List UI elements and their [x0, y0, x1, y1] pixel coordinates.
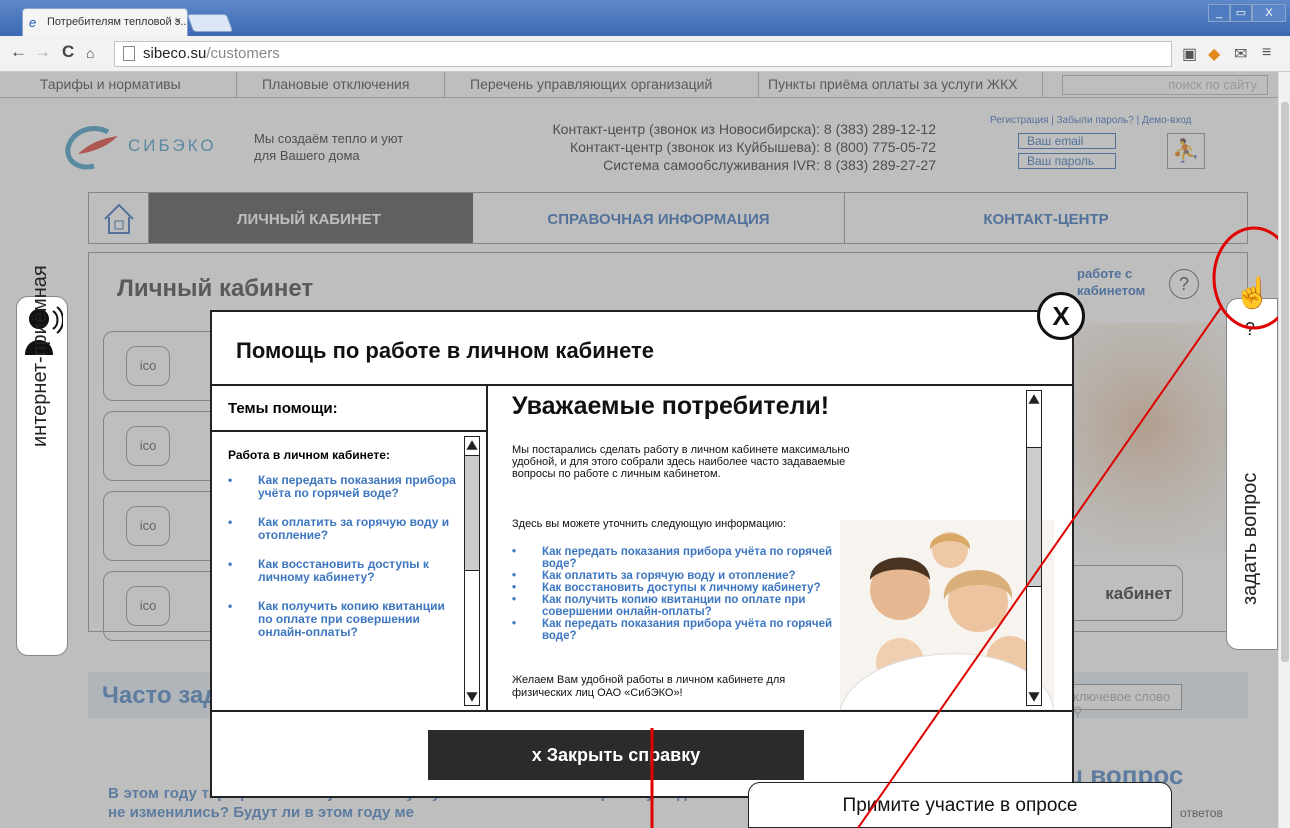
topic-list: Как передать показания прибора учёта по …: [228, 474, 458, 655]
scroll-up-icon[interactable]: [1028, 394, 1040, 404]
scroll-thumb[interactable]: [465, 455, 479, 571]
article-link[interactable]: Как получить копию квитанции по оплате п…: [512, 594, 852, 618]
page-scrollbar[interactable]: [1278, 72, 1290, 828]
scroll-down-icon[interactable]: [466, 692, 478, 702]
forward-icon[interactable]: →: [34, 42, 51, 62]
help-modal: Помощь по работе в личном кабинете Темы …: [210, 310, 1074, 798]
article-link[interactable]: Как передать показания прибора учёта по …: [512, 546, 852, 570]
article-link[interactable]: Как восстановить доступы к личному кабин…: [512, 582, 852, 594]
window-close-button[interactable]: X: [1252, 4, 1286, 22]
scroll-up-icon[interactable]: [466, 440, 478, 450]
article-link[interactable]: Как передать показания прибора учёта по …: [512, 618, 852, 642]
close-help-button[interactable]: x Закрыть справку: [428, 730, 804, 780]
tab-title: Потребителям тепловой э...: [47, 16, 188, 28]
browser-logo-icon: e: [29, 15, 37, 30]
article-intro: Мы постарались сделать работу в личном к…: [512, 444, 850, 480]
new-tab-button[interactable]: [186, 14, 234, 32]
modal-body: Темы помощи: Работа в личном кабинете: К…: [212, 384, 1072, 712]
url-path: /customers: [206, 45, 280, 62]
bookmark-icon[interactable]: ▣: [1182, 44, 1197, 64]
article-link[interactable]: Как оплатить за горячую воду и отопление…: [512, 570, 852, 582]
modal-close-button[interactable]: X: [1037, 292, 1085, 340]
minimize-button[interactable]: _: [1208, 4, 1230, 22]
browser-toolbar: ← → C ⌂ sibeco.su/customers ▣ ◆ ✉ ≡: [0, 36, 1290, 72]
side-tab-reception[interactable]: интернет-приёмная: [16, 265, 68, 656]
browser-tab[interactable]: e Потребителям тепловой э... ×: [22, 8, 188, 36]
topic-link[interactable]: Как получить копию квитанции по оплате п…: [228, 600, 458, 639]
topics-subheading: Работа в личном кабинете:: [228, 448, 390, 462]
topics-heading: Темы помощи:: [212, 386, 486, 432]
topic-link[interactable]: Как восстановить доступы к личному кабин…: [228, 558, 458, 584]
article-scrollbar[interactable]: [1026, 390, 1042, 706]
page-icon: [123, 46, 135, 61]
topic-link[interactable]: Как передать показания прибора учёта по …: [228, 474, 458, 500]
article-title: Уважаемые потребители!: [512, 392, 830, 420]
tab-close-icon[interactable]: ×: [175, 15, 181, 27]
browser-titlebar: e Потребителям тепловой э... × _ ▭ X: [0, 0, 1290, 36]
article-lead: Здесь вы можете уточнить следующую инфор…: [512, 518, 786, 530]
url-host: sibeco.su: [143, 45, 207, 62]
modal-title: Помощь по работе в личном кабинете: [236, 338, 655, 363]
web-page: Тарифы и нормативы Плановые отключения П…: [0, 72, 1278, 828]
hand-cursor-icon: ☝: [1234, 277, 1272, 310]
maximize-button[interactable]: ▭: [1230, 4, 1252, 22]
mail-icon[interactable]: ✉: [1234, 44, 1247, 64]
topic-link[interactable]: Как оплатить за горячую воду и отопление…: [228, 516, 458, 542]
scroll-down-icon[interactable]: [1028, 692, 1040, 702]
home-icon[interactable]: ⌂: [86, 45, 94, 61]
question-icon: ?: [1245, 319, 1256, 339]
menu-icon[interactable]: ≡: [1262, 44, 1271, 62]
side-tab-ask-label: задать вопрос: [1239, 472, 1261, 605]
help-article: Уважаемые потребители! Мы постарались сд…: [490, 386, 1054, 710]
reload-icon[interactable]: C: [62, 42, 74, 62]
extension-icon[interactable]: ◆: [1208, 44, 1220, 64]
address-bar[interactable]: sibeco.su/customers: [114, 41, 1172, 67]
scroll-thumb[interactable]: [1027, 447, 1041, 587]
topics-scrollbar[interactable]: [464, 436, 480, 706]
survey-tab[interactable]: Примите участие в опросе: [748, 782, 1172, 828]
help-topics-panel: Темы помощи: Работа в личном кабинете: К…: [212, 386, 488, 710]
article-list: Как передать показания прибора учёта по …: [512, 546, 852, 642]
page-scroll-thumb[interactable]: [1281, 102, 1289, 662]
family-photo: [840, 520, 1054, 710]
side-tab-ask-question[interactable]: ? задать вопрос: [1226, 298, 1278, 650]
side-tab-reception-label: интернет-приёмная: [29, 265, 51, 447]
article-closing: Желаем Вам удобной работы в личном кабин…: [512, 674, 786, 699]
back-icon[interactable]: ←: [10, 42, 27, 62]
